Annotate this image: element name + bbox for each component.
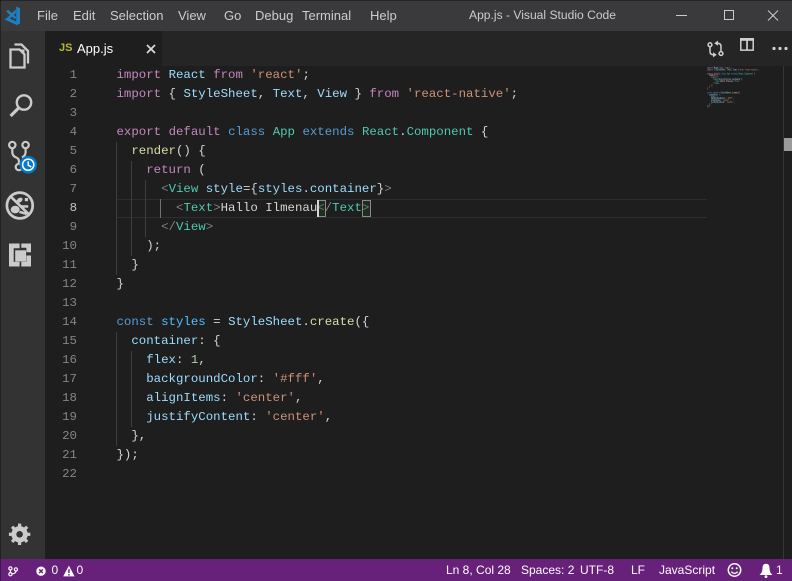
svg-text:View: View (714, 77, 718, 81)
svg-text:from: from (719, 66, 723, 70)
svg-text:class: class (721, 71, 726, 75)
svg-text:'react': 'react' (724, 66, 731, 70)
svg-text::: : (725, 96, 726, 100)
svg-text:}: } (707, 87, 708, 91)
svg-text:Text: Text (716, 79, 720, 83)
svg-text:alignItems: alignItems (711, 98, 721, 102)
svg-text:</: </ (733, 79, 735, 83)
svg-text:'center': 'center' (722, 98, 730, 102)
svg-text:,: , (734, 100, 735, 104)
svg-text:.: . (731, 90, 732, 94)
svg-text:import: import (707, 68, 713, 72)
svg-text:default: default (714, 71, 721, 75)
svg-text:>: > (739, 79, 740, 83)
svg-text:return: return (711, 75, 717, 79)
svg-text:() {: () { (715, 73, 719, 77)
svg-text:{: { (724, 77, 725, 81)
svg-text:backgroundColor: backgroundColor (711, 96, 725, 100)
svg-text:</: </ (713, 81, 715, 85)
svg-text:({: ({ (738, 90, 740, 94)
svg-text:>: > (719, 81, 720, 85)
svg-text:'react-native': 'react-native' (744, 68, 758, 72)
svg-text:View: View (733, 68, 737, 72)
svg-text:}: } (709, 85, 710, 89)
svg-text:: {: : { (718, 92, 721, 96)
svg-text:extends: extends (731, 71, 738, 75)
svg-text:{: { (714, 68, 715, 72)
svg-text:Hallo Ilmenau: Hallo Ilmenau (720, 79, 733, 83)
svg-text:.: . (743, 71, 744, 75)
svg-text:Text: Text (735, 79, 739, 83)
svg-text:<: < (713, 77, 714, 81)
svg-text:container: container (709, 92, 718, 96)
svg-text:>: > (719, 79, 720, 83)
svg-text:React: React (714, 66, 719, 70)
svg-text:,: , (733, 96, 734, 100)
svg-text:1: 1 (717, 94, 718, 98)
svg-text:export: export (707, 71, 713, 75)
svg-text:'#fff': '#fff' (727, 96, 733, 100)
svg-text:render: render (709, 73, 715, 77)
svg-text:;: ; (731, 66, 732, 70)
svg-text:StyleSheet: StyleSheet (716, 68, 726, 72)
svg-text:Text: Text (727, 68, 731, 72)
svg-text:justifyContent: justifyContent (711, 100, 725, 104)
svg-text:,: , (731, 68, 732, 72)
svg-text:}: } (741, 77, 742, 81)
svg-text:flex: flex (711, 94, 715, 98)
svg-text:import: import (707, 66, 713, 70)
svg-text:,: , (730, 98, 731, 102)
svg-text:View: View (715, 81, 719, 85)
svg-text:from: from (740, 68, 744, 72)
svg-text:const: const (707, 90, 712, 94)
svg-text:=: = (719, 90, 720, 94)
svg-text:}: } (738, 68, 739, 72)
svg-text:});: }); (707, 104, 710, 108)
svg-text:,: , (718, 94, 719, 98)
svg-text:=: = (723, 77, 724, 81)
svg-text:container: container (732, 77, 741, 81)
svg-text:Component: Component (744, 71, 753, 75)
svg-text:StyleSheet: StyleSheet (721, 90, 731, 94)
svg-text:style: style (719, 77, 724, 81)
svg-text:},: }, (709, 102, 711, 106)
svg-text:styles: styles (713, 90, 719, 94)
svg-text::: : (715, 94, 716, 98)
svg-text:{: { (754, 71, 755, 75)
svg-text:;: ; (758, 68, 759, 72)
svg-text::: : (720, 98, 721, 102)
svg-text:,: , (725, 68, 726, 72)
svg-text:<: < (715, 79, 716, 83)
svg-text::: : (724, 100, 725, 104)
svg-text:'center': 'center' (726, 100, 734, 104)
svg-text:.: . (731, 77, 732, 81)
svg-text:create: create (732, 90, 738, 94)
svg-text:styles: styles (725, 77, 731, 81)
svg-text:);: ); (711, 83, 713, 87)
svg-text:(: ( (718, 75, 719, 79)
svg-text:>: > (742, 77, 743, 81)
svg-text:React: React (739, 71, 744, 75)
svg-text:App: App (727, 71, 730, 75)
